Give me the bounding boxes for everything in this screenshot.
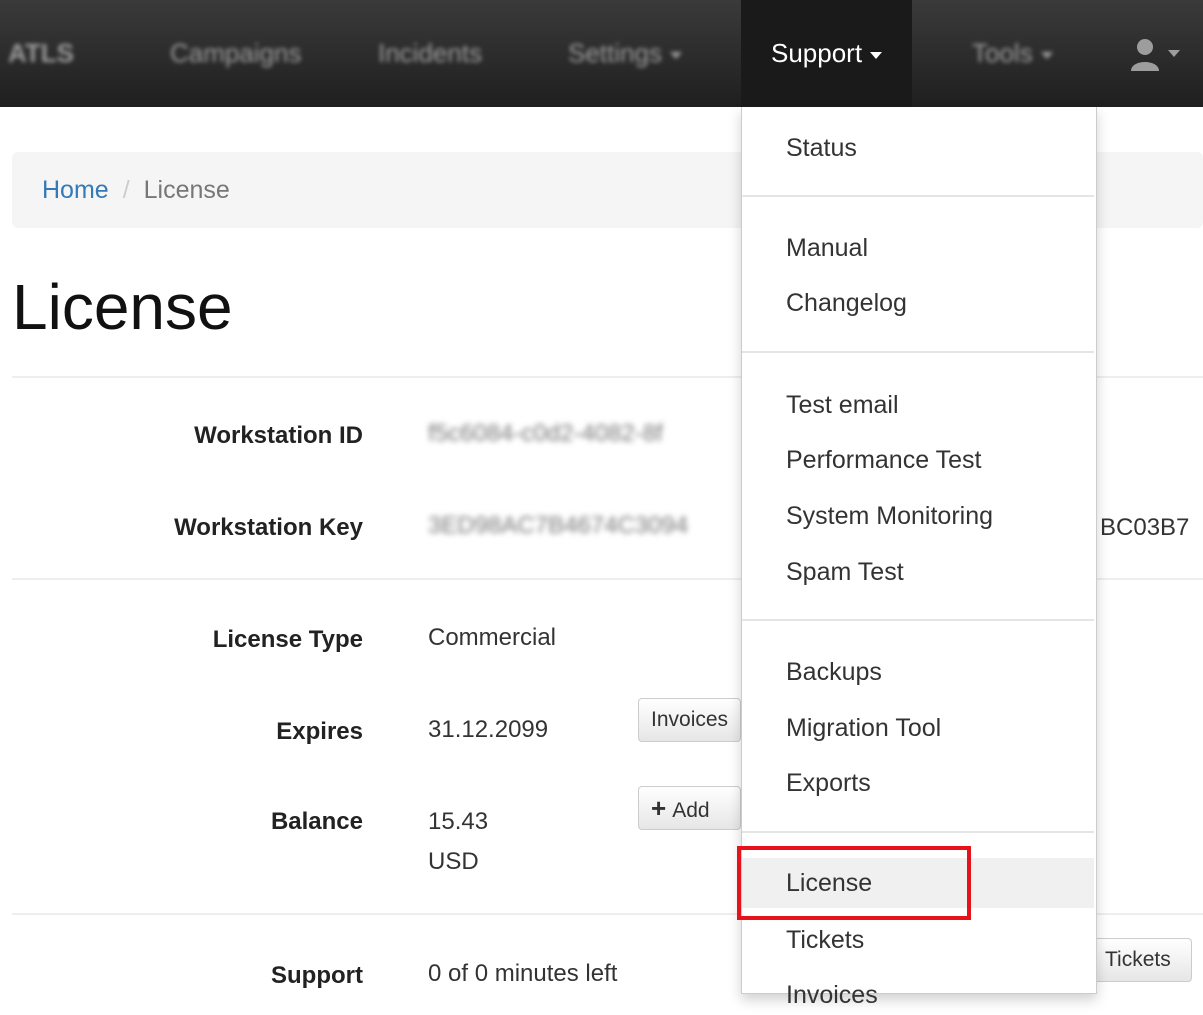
support-value: 0 of 0 minutes left <box>428 960 618 987</box>
expires-label: Expires <box>276 718 363 745</box>
menu-item-status[interactable]: Status <box>742 128 1094 168</box>
workstation-key-value: 3ED98AC7B4674C3094 <box>428 512 689 539</box>
menu-item-backups[interactable]: Backups <box>742 652 1094 692</box>
menu-item-performance-test[interactable]: Performance Test <box>742 440 1094 480</box>
add-balance-button[interactable]: + Add <box>638 786 741 830</box>
menu-divider <box>742 831 1094 833</box>
tickets-button[interactable]: Tickets <box>1092 938 1192 982</box>
user-menu[interactable] <box>1130 0 1203 107</box>
brand-logo[interactable]: ATLS <box>8 0 74 107</box>
menu-divider <box>742 351 1094 353</box>
support-label: Support <box>271 962 363 989</box>
menu-item-invoices[interactable]: Invoices <box>742 975 1094 1015</box>
add-button-label: Add <box>672 799 710 822</box>
breadcrumb-home-link[interactable]: Home <box>42 176 109 204</box>
nav-support-label: Support <box>771 38 863 68</box>
workstation-key-label: Workstation Key <box>174 514 363 541</box>
balance-label: Balance <box>270 808 363 835</box>
menu-item-changelog[interactable]: Changelog <box>742 283 1094 323</box>
breadcrumb-current: License <box>143 176 230 204</box>
menu-item-manual[interactable]: Manual <box>742 228 1094 268</box>
license-type-label: License Type <box>212 626 363 653</box>
workstation-id-value: f5c6084-c0d2-4082-8f <box>428 420 663 447</box>
menu-item-test-email[interactable]: Test email <box>742 385 1094 425</box>
workstation-id-label: Workstation ID <box>194 422 363 449</box>
menu-item-exports[interactable]: Exports <box>742 763 1094 803</box>
balance-currency: USD <box>428 848 479 875</box>
breadcrumb-separator: / <box>122 176 130 204</box>
license-type-value: Commercial <box>428 624 557 651</box>
user-icon <box>1131 38 1159 71</box>
nav-campaigns[interactable]: Campaigns <box>170 0 302 107</box>
chevron-down-icon <box>1168 50 1180 57</box>
highlight-annotation <box>737 846 971 920</box>
chevron-down-icon <box>669 51 682 59</box>
menu-item-tickets[interactable]: Tickets <box>742 920 1094 960</box>
menu-divider <box>742 195 1094 197</box>
workstation-key-suffix: BC03B7 <box>1100 514 1190 541</box>
nav-settings[interactable]: Settings <box>568 0 682 107</box>
nav-tools-label: Tools <box>972 38 1033 68</box>
balance-amount: 15.43 <box>428 808 489 835</box>
menu-item-spam-test[interactable]: Spam Test <box>742 552 1094 592</box>
chevron-down-icon <box>870 51 883 59</box>
expires-value: 31.12.2099 <box>428 716 549 743</box>
menu-item-migration-tool[interactable]: Migration Tool <box>742 708 1094 748</box>
menu-item-system-monitoring[interactable]: System Monitoring <box>742 496 1094 536</box>
nav-settings-label: Settings <box>568 38 662 68</box>
nav-tools[interactable]: Tools <box>972 0 1053 107</box>
plus-icon: + <box>651 793 667 823</box>
invoices-button[interactable]: Invoices <box>638 698 741 742</box>
chevron-down-icon <box>1040 51 1053 59</box>
top-navbar: ATLS Campaigns Incidents Settings Suppor… <box>0 0 1203 107</box>
nav-incidents[interactable]: Incidents <box>378 0 482 107</box>
page-title: License <box>12 271 233 343</box>
menu-divider <box>742 619 1094 621</box>
nav-support[interactable]: Support <box>741 0 913 107</box>
